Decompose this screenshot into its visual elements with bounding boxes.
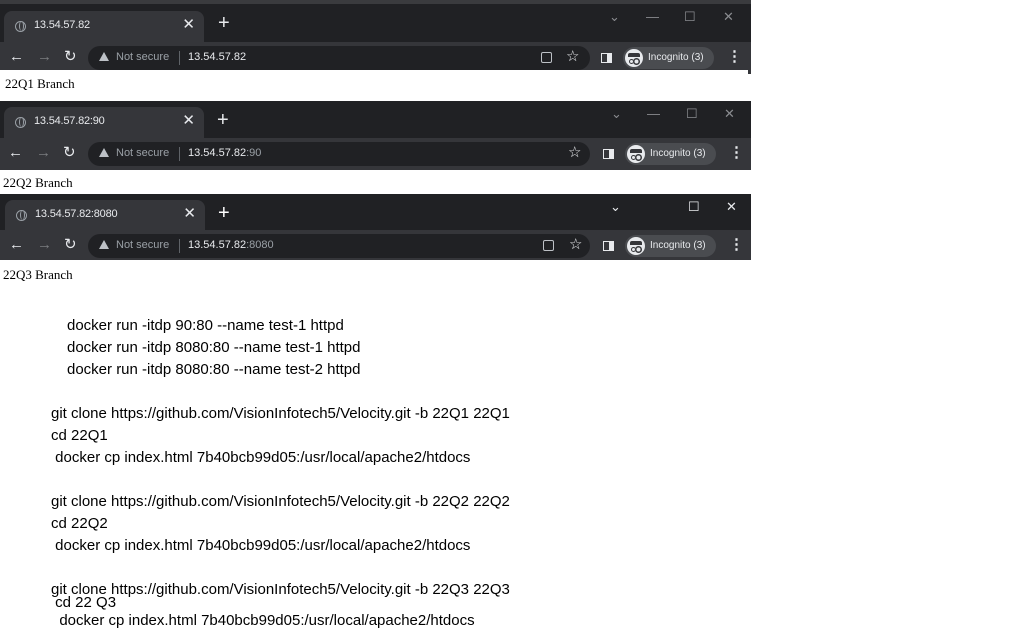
- back-button[interactable]: ←: [9, 237, 24, 253]
- tab-active[interactable]: 13.54.57.82:90 ✕: [4, 107, 204, 138]
- incognito-label: Incognito (3): [650, 148, 706, 159]
- new-tab-button[interactable]: +: [218, 13, 230, 33]
- address-bar[interactable]: Not secure 13.54.57.82:8080 ☆: [88, 234, 590, 258]
- bookmark-star-icon[interactable]: ☆: [569, 236, 582, 254]
- incognito-icon: [627, 145, 645, 163]
- new-tab-button[interactable]: +: [218, 203, 230, 223]
- browser-window-3: 13.54.57.82:8080 ✕ + ⌄ ☐ ✕ ← → ↻ Not sec…: [0, 194, 751, 288]
- incognito-icon: [625, 49, 643, 67]
- menu-icon[interactable]: ⋮: [729, 145, 744, 161]
- note-line: git clone https://github.com/VisionInfot…: [51, 405, 510, 422]
- browser-window-2: 13.54.57.82:90 ✕ + ⌄ — ☐ ✕ ← → ↻ Not sec…: [0, 101, 751, 194]
- not-secure-label[interactable]: Not secure: [116, 51, 169, 63]
- tab-title: 13.54.57.82: [34, 19, 90, 31]
- browser-toolbar: ← → ↻ Not secure 13.54.57.82:8080 ☆ Inco…: [0, 230, 751, 262]
- bookmark-star-icon[interactable]: ☆: [568, 144, 581, 162]
- reload-button[interactable]: ↻: [64, 49, 77, 65]
- menu-icon[interactable]: ⋮: [729, 237, 744, 253]
- side-panel-icon[interactable]: [603, 149, 614, 159]
- translate-icon[interactable]: [541, 52, 552, 63]
- note-line: docker run -itdp 8080:80 --name test-1 h…: [67, 339, 361, 356]
- menu-icon[interactable]: ⋮: [727, 49, 742, 65]
- incognito-badge[interactable]: Incognito (3): [623, 47, 714, 69]
- note-line: docker cp index.html 7b40bcb99d05:/usr/l…: [51, 449, 471, 466]
- note-line: git clone https://github.com/VisionInfot…: [51, 581, 510, 598]
- note-line: docker run -itdp 8080:80 --name test-2 h…: [67, 361, 361, 378]
- globe-icon: [16, 210, 27, 221]
- warning-icon: [99, 148, 109, 157]
- tab-search-dropdown-icon[interactable]: ⌄: [611, 107, 622, 121]
- url-text[interactable]: 13.54.57.82: [188, 51, 246, 63]
- forward-button[interactable]: →: [37, 49, 52, 65]
- tab-close-icon[interactable]: ✕: [183, 206, 196, 221]
- divider: [179, 51, 180, 65]
- page-content: 22Q3 Branch: [0, 260, 751, 288]
- tab-close-icon[interactable]: ✕: [182, 113, 195, 128]
- side-panel-icon[interactable]: [601, 53, 612, 63]
- tab-strip: 13.54.57.82:8080 ✕ + ⌄ ☐ ✕: [0, 194, 751, 231]
- tab-title: 13.54.57.82:90: [34, 115, 105, 127]
- page-content: 22Q2 Branch: [0, 170, 751, 194]
- page-content: 22Q1 Branch: [0, 70, 748, 101]
- tab-title: 13.54.57.82:8080: [35, 208, 118, 220]
- incognito-icon: [627, 237, 645, 255]
- globe-icon: [15, 21, 26, 32]
- note-line: docker run -itdp 90:80 --name test-1 htt…: [67, 317, 344, 334]
- reload-button[interactable]: ↻: [64, 237, 77, 253]
- tab-strip: 13.54.57.82:90 ✕ + ⌄ — ☐ ✕: [0, 101, 751, 138]
- close-window-button[interactable]: ✕: [724, 107, 735, 121]
- translate-icon[interactable]: [543, 240, 554, 251]
- close-window-button[interactable]: ✕: [723, 10, 734, 24]
- close-window-button[interactable]: ✕: [726, 200, 737, 214]
- back-button[interactable]: ←: [9, 49, 24, 65]
- address-bar[interactable]: Not secure 13.54.57.82:90 ☆: [88, 142, 590, 166]
- note-line: git clone https://github.com/VisionInfot…: [51, 493, 510, 510]
- minimize-button[interactable]: —: [646, 10, 659, 24]
- incognito-label: Incognito (3): [648, 52, 704, 63]
- branch-text: 22Q3 Branch: [3, 267, 73, 282]
- branch-text: 22Q1 Branch: [5, 76, 75, 91]
- maximize-button[interactable]: ☐: [688, 200, 700, 214]
- note-line: docker cp index.html 7b40bcb99d05:/usr/l…: [51, 612, 475, 629]
- address-bar[interactable]: Not secure 13.54.57.82 ☆: [88, 46, 590, 70]
- globe-icon: [15, 117, 26, 128]
- browser-toolbar: ← → ↻ Not secure 13.54.57.82:90 ☆ Incogn…: [0, 138, 751, 170]
- forward-button[interactable]: →: [36, 145, 51, 161]
- incognito-badge[interactable]: Incognito (3): [625, 143, 716, 165]
- tab-close-icon[interactable]: ✕: [182, 17, 195, 32]
- side-panel-icon[interactable]: [603, 241, 614, 251]
- minimize-button[interactable]: —: [647, 107, 660, 121]
- tab-active[interactable]: 13.54.57.82:8080 ✕: [5, 200, 205, 231]
- note-line: cd 22Q1: [51, 427, 108, 444]
- tab-search-dropdown-icon[interactable]: ⌄: [610, 200, 621, 214]
- note-line: cd 22Q2: [51, 515, 108, 532]
- reload-button[interactable]: ↻: [63, 145, 76, 161]
- note-line: docker cp index.html 7b40bcb99d05:/usr/l…: [51, 537, 471, 554]
- new-tab-button[interactable]: +: [217, 110, 229, 130]
- divider: [179, 147, 180, 161]
- not-secure-label[interactable]: Not secure: [116, 239, 169, 251]
- tab-search-dropdown-icon[interactable]: ⌄: [609, 10, 620, 24]
- not-secure-label[interactable]: Not secure: [116, 147, 169, 159]
- warning-icon: [99, 240, 109, 249]
- note-line: cd 22 Q3: [51, 594, 117, 611]
- url-text[interactable]: 13.54.57.82:8080: [188, 239, 274, 251]
- back-button[interactable]: ←: [8, 145, 23, 161]
- tab-strip: 13.54.57.82 ✕ + ⌄ — ☐ ✕: [0, 4, 751, 42]
- tab-active[interactable]: 13.54.57.82 ✕: [4, 11, 204, 42]
- divider: [179, 239, 180, 253]
- browser-window-1: 13.54.57.82 ✕ + ⌄ — ☐ ✕ ← → ↻ Not secure…: [0, 4, 751, 101]
- branch-text: 22Q2 Branch: [3, 175, 73, 190]
- url-text[interactable]: 13.54.57.82:90: [188, 147, 261, 159]
- forward-button[interactable]: →: [37, 237, 52, 253]
- incognito-label: Incognito (3): [650, 240, 706, 251]
- warning-icon: [99, 52, 109, 61]
- maximize-button[interactable]: ☐: [686, 107, 698, 121]
- maximize-button[interactable]: ☐: [684, 10, 696, 24]
- bookmark-star-icon[interactable]: ☆: [566, 48, 579, 66]
- incognito-badge[interactable]: Incognito (3): [625, 235, 716, 257]
